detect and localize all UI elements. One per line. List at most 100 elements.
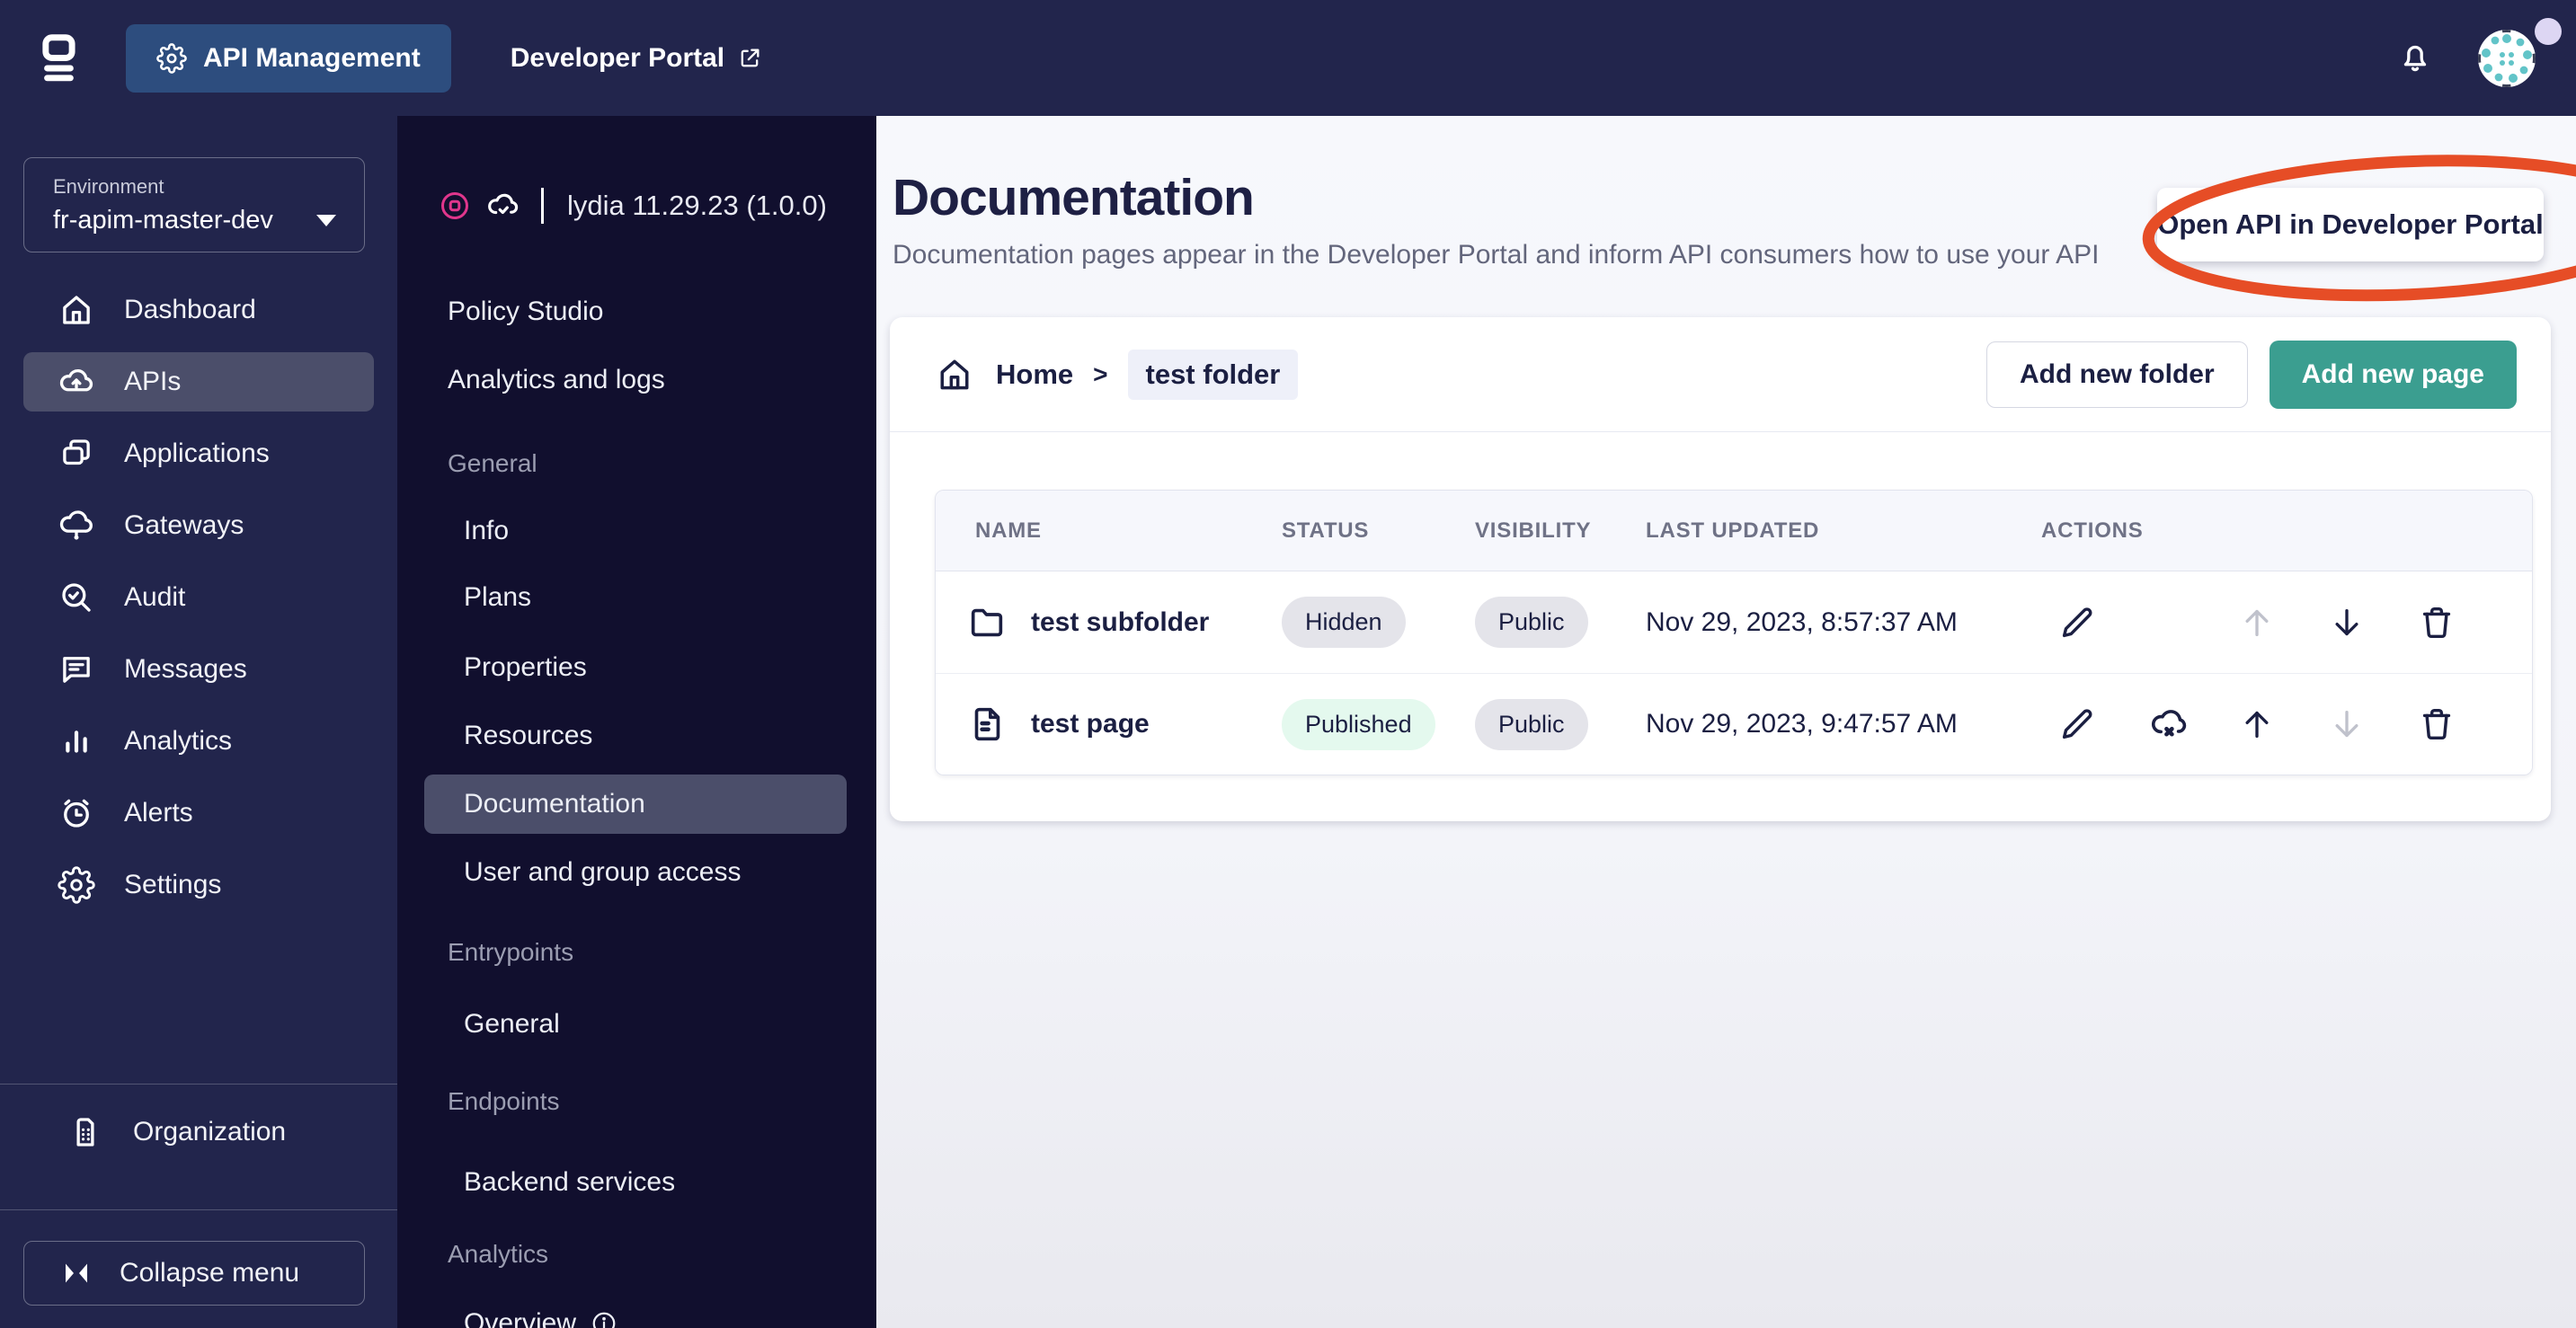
collapse-menu-label: Collapse menu — [120, 1258, 300, 1288]
table-row: test subfolder Hidden Public Nov 29, 202… — [936, 571, 2532, 673]
row-name: test subfolder — [1031, 606, 1210, 637]
cloud-gateway-icon — [58, 507, 95, 544]
delete-icon[interactable] — [2415, 601, 2458, 644]
sidebar-divider — [0, 1084, 397, 1085]
api-menu-item-user-and-group-access[interactable]: User and group access — [397, 843, 876, 902]
edit-icon[interactable] — [2056, 703, 2099, 746]
column-header-actions: ACTIONS — [2041, 518, 2144, 543]
api-menu-item-resources[interactable]: Resources — [397, 706, 876, 766]
visibility-badge: Public — [1475, 698, 1588, 750]
home-icon — [58, 291, 95, 329]
sidebar-item-label: Gateways — [124, 510, 244, 540]
sidebar-item-settings[interactable]: Settings — [0, 849, 397, 921]
unpublish-cloud-icon[interactable] — [2145, 703, 2189, 746]
api-menu-label: Properties — [464, 652, 587, 682]
stop-circle-icon — [439, 190, 471, 222]
api-menu-label: Analytics and logs — [448, 365, 665, 394]
developer-portal-label: Developer Portal — [510, 42, 725, 73]
external-link-icon — [737, 46, 762, 71]
top-bar: API Management Developer Portal — [0, 0, 2576, 116]
main-content: Documentation Documentation pages appear… — [876, 116, 2576, 1328]
last-updated: Nov 29, 2023, 8:57:37 AM — [1646, 606, 1958, 637]
sidebar-item-organization[interactable]: Organization — [23, 1096, 374, 1168]
api-menu-item-documentation[interactable]: Documentation — [424, 775, 847, 834]
sidebar-item-label: Messages — [124, 654, 247, 684]
environment-value: fr-apim-master-dev — [53, 205, 273, 235]
alarm-icon — [58, 794, 95, 832]
breadcrumb-home-icon[interactable] — [935, 355, 974, 394]
folder-icon — [966, 602, 1008, 643]
api-management-switcher[interactable]: API Management — [126, 23, 451, 93]
api-menu-item-backend-services[interactable]: Backend services — [397, 1153, 876, 1212]
sidebar-item-apis[interactable]: APIs — [0, 346, 397, 418]
chevron-down-icon — [315, 214, 336, 226]
table-row: test page Published Public Nov 29, 2023,… — [936, 673, 2532, 775]
move-down-icon[interactable] — [2325, 601, 2368, 644]
api-menu-label: Info — [464, 516, 510, 545]
delete-icon[interactable] — [2415, 703, 2458, 746]
api-header: lydia 11.29.23 (1.0.0) — [439, 176, 827, 235]
sidebar-item-gateways[interactable]: Gateways — [0, 490, 397, 562]
edit-icon[interactable] — [2056, 601, 2099, 644]
api-menu-section-endpoints: Endpoints — [397, 1076, 876, 1127]
organization-icon — [67, 1113, 104, 1151]
open-api-in-developer-portal-button[interactable]: Open API in Developer Portal — [2157, 188, 2544, 261]
api-menu-section-label: Endpoints — [448, 1087, 560, 1115]
applications-icon — [58, 435, 95, 473]
breadcrumb-home[interactable]: Home — [996, 359, 1073, 391]
api-menu-sidebar: lydia 11.29.23 (1.0.0) Policy Studio Ana… — [397, 116, 876, 1328]
sidebar-item-analytics[interactable]: Analytics — [0, 705, 397, 777]
collapse-menu-button[interactable]: Collapse menu — [23, 1241, 365, 1306]
sidebar-item-alerts[interactable]: Alerts — [0, 777, 397, 849]
breadcrumb-separator: > — [1093, 359, 1108, 388]
column-header-name: NAME — [975, 518, 1042, 543]
sidebar-divider — [0, 1209, 397, 1210]
gear-icon — [156, 42, 187, 74]
add-new-page-button[interactable]: Add new page — [2269, 340, 2517, 409]
api-menu-item-policy-studio[interactable]: Policy Studio — [397, 282, 876, 341]
api-menu-item-plans[interactable]: Plans — [397, 568, 876, 627]
column-header-last-updated: LAST UPDATED — [1646, 518, 1820, 543]
api-menu-label: General — [464, 1009, 560, 1039]
move-up-icon — [2235, 601, 2278, 644]
status-badge: Hidden — [1282, 597, 1406, 648]
sidebar-item-label: Dashboard — [124, 295, 256, 324]
api-menu-label: Policy Studio — [448, 297, 604, 326]
api-menu-item-analytics-and-logs[interactable]: Analytics and logs — [397, 350, 876, 410]
app-root: API Management Developer Portal Environm… — [0, 0, 2576, 1328]
cloud-upload-icon — [58, 363, 95, 401]
row-name: test page — [1031, 709, 1150, 739]
sidebar-item-audit[interactable]: Audit — [0, 562, 397, 633]
sidebar-item-applications[interactable]: Applications — [0, 418, 397, 490]
add-new-folder-button[interactable]: Add new folder — [1985, 341, 2248, 408]
api-menu-item-properties[interactable]: Properties — [397, 638, 876, 697]
environment-select[interactable]: Environment fr-apim-master-dev — [23, 157, 365, 252]
sidebar-item-label: Audit — [124, 582, 186, 612]
breadcrumb-current-folder: test folder — [1127, 349, 1299, 400]
notifications-bell-icon[interactable] — [2396, 38, 2434, 79]
sidebar-item-label: Analytics — [124, 726, 233, 756]
documentation-table: NAME STATUS VISIBILITY LAST UPDATED ACTI… — [935, 490, 2533, 775]
breadcrumb-toolbar: Home > test folder Add new folder Add ne… — [890, 317, 2551, 432]
page-icon — [966, 704, 1008, 745]
search-check-icon — [58, 579, 95, 616]
api-menu-label: Resources — [464, 721, 593, 750]
sidebar-item-dashboard[interactable]: Dashboard — [0, 274, 397, 346]
developer-portal-link[interactable]: Developer Portal — [511, 43, 762, 74]
sidebar-item-label: APIs — [124, 367, 182, 396]
move-up-icon[interactable] — [2235, 703, 2278, 746]
topbar-right — [2396, 17, 2562, 88]
sidebar-item-messages[interactable]: Messages — [0, 633, 397, 705]
api-menu-section-label: General — [448, 449, 537, 477]
api-menu-label: Documentation — [464, 789, 645, 819]
api-menu-label: Overview — [464, 1308, 577, 1328]
main-nav: Dashboard APIs Applications Gateways Aud… — [0, 274, 397, 921]
api-menu-item-info[interactable]: Info — [397, 501, 876, 561]
api-menu-section-entrypoints: Entrypoints — [397, 927, 876, 978]
user-avatar[interactable] — [2477, 17, 2562, 88]
column-header-status: STATUS — [1282, 518, 1370, 543]
api-menu-item-entrypoints-general[interactable]: General — [397, 995, 876, 1054]
api-menu-section-general: General — [397, 438, 876, 489]
api-menu-item-overview[interactable]: Overview — [397, 1294, 876, 1328]
api-name-version: lydia 11.29.23 (1.0.0) — [567, 190, 827, 221]
